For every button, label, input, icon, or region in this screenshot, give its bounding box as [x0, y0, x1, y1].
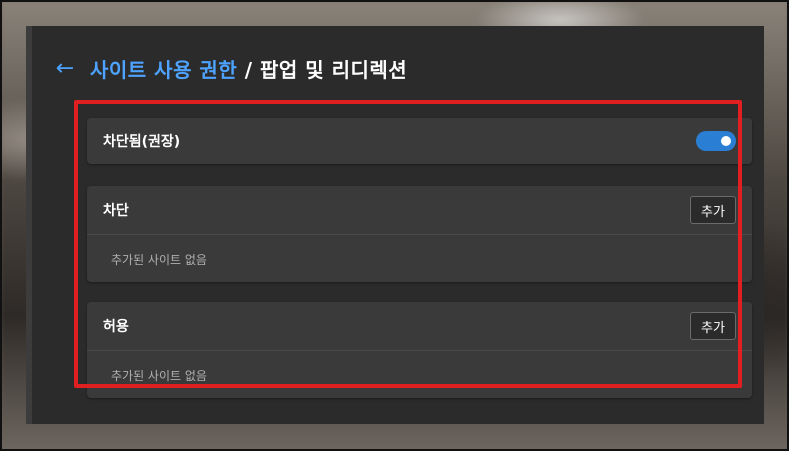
breadcrumb-site-permissions[interactable]: 사이트 사용 권한	[90, 58, 237, 82]
allow-empty-text: 추가된 사이트 없음	[111, 369, 207, 383]
settings-panel: ← 사이트 사용 권한 / 팝업 및 리디렉션 차단됨(권장) 차단 추가 추가…	[26, 26, 764, 424]
page-header: ← 사이트 사용 권한 / 팝업 및 리디렉션	[54, 54, 407, 83]
block-section-label: 차단	[103, 203, 129, 219]
block-section-card: 차단 추가 추가된 사이트 없음	[87, 186, 752, 282]
block-empty-text: 추가된 사이트 없음	[111, 253, 207, 267]
allow-section-card: 허용 추가 추가된 사이트 없음	[87, 302, 752, 398]
page-title-text: 팝업 및 리디렉션	[259, 58, 408, 82]
back-arrow-icon[interactable]: ←	[54, 56, 76, 81]
toggle-knob	[721, 136, 731, 146]
breadcrumb-separator: /	[237, 58, 260, 82]
page-title: 사이트 사용 권한 / 팝업 및 리디렉션	[90, 54, 407, 83]
allow-section-label: 허용	[103, 319, 129, 335]
blocked-recommended-label: 차단됨(권장)	[103, 134, 181, 150]
blocked-recommended-card: 차단됨(권장)	[87, 118, 752, 164]
allow-add-button[interactable]: 추가	[690, 312, 736, 340]
block-add-button[interactable]: 추가	[690, 196, 736, 224]
blocked-toggle[interactable]	[696, 131, 736, 151]
